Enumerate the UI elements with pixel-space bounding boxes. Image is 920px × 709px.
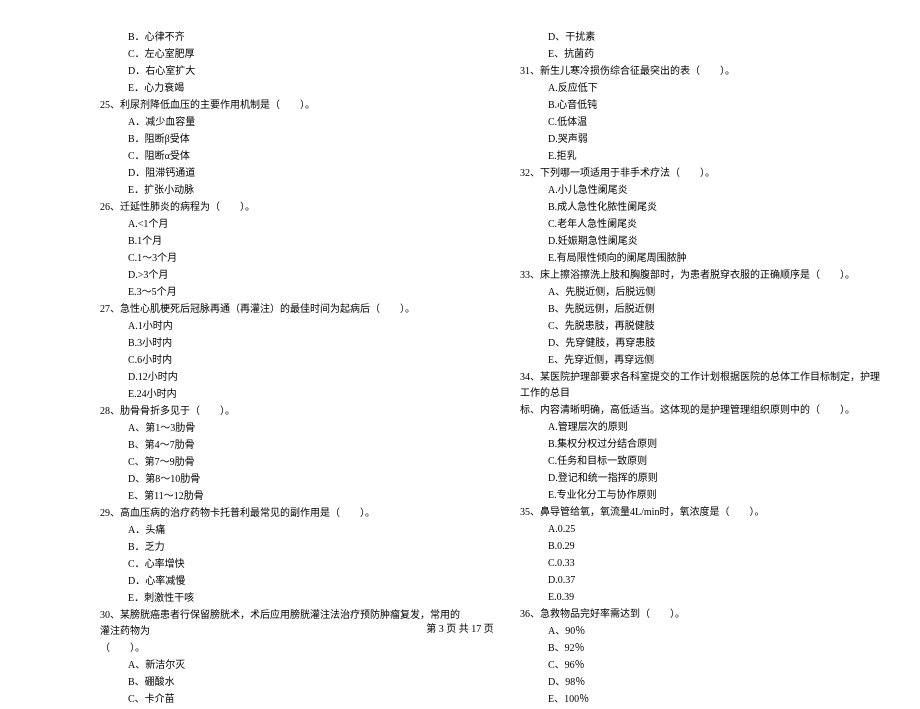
option-text: B.集权分权过分结合原则 [520,437,880,453]
option-text: D．心率减慢 [100,574,460,590]
option-text: D、先穿健肢，再穿患肢 [520,336,880,352]
option-text: B.1个月 [100,234,460,250]
question-33: 33、床上擦浴擦洗上肢和胸腹部时，为患者脱穿衣服的正确顺序是（ ）。 [520,268,880,284]
option-text: B、先脱远侧，后脱近侧 [520,302,880,318]
question-29: 29、高血压病的治疗药物卡托普利最常见的副作用是（ ）。 [100,506,460,522]
option-text: B、硼酸水 [100,675,460,691]
option-text: A.小儿急性阑尾炎 [520,183,880,199]
option-text: B、第4～7肋骨 [100,438,460,454]
question-34-line1: 34、某医院护理部要求各科室提交的工作计划根据医院的总体工作目标制定，护理工作的… [520,370,880,402]
option-text: D.哭声弱 [520,132,880,148]
option-text: A．减少血容量 [100,115,460,131]
option-text: D、98％ [520,675,880,691]
option-text: E．扩张小动脉 [100,183,460,199]
option-text: D．阻滞钙通道 [100,166,460,182]
option-text: E、第11～12肋骨 [100,489,460,505]
question-34-line2: 标、内容清晰明确，高低适当。这体现的是护理管理组织原则中的（ ）。 [520,403,880,419]
option-text: D.12小时内 [100,370,460,386]
option-text: E.24小时内 [100,387,460,403]
option-text: A、新洁尔灭 [100,658,460,674]
option-text: D.登记和统一指挥的原则 [520,471,880,487]
option-text: A.<1个月 [100,217,460,233]
option-text: C.任务和目标一致原则 [520,454,880,470]
option-text: E.专业化分工与协作原则 [520,488,880,504]
option-text: E.有局限性倾向的阑尾周围脓肿 [520,251,880,267]
left-column: B．心律不齐 C．左心室肥厚 D．右心室扩大 E．心力衰竭 25、利尿剂降低血压… [100,30,460,709]
option-text: C、卡介苗 [100,692,460,708]
question-31: 31、新生儿寒冷损伤综合征最突出的表（ ）。 [520,64,880,80]
option-text: A、第1～3肋骨 [100,421,460,437]
page-container: B．心律不齐 C．左心室肥厚 D．右心室扩大 E．心力衰竭 25、利尿剂降低血压… [0,0,920,709]
question-26: 26、迁延性肺炎的病程为（ ）。 [100,200,460,216]
option-text: C.老年人急性阑尾炎 [520,217,880,233]
option-text: A．头痛 [100,523,460,539]
option-text: E.3～5个月 [100,285,460,301]
option-text: C.6小时内 [100,353,460,369]
option-text: C．左心室肥厚 [100,47,460,63]
option-text: E.拒乳 [520,149,880,165]
option-text: D.妊娠期急性阑尾炎 [520,234,880,250]
option-text: C.0.33 [520,556,880,572]
option-text: A.1小时内 [100,319,460,335]
question-27: 27、急性心肌梗死后冠脉再通（再灌注）的最佳时间为起病后（ ）。 [100,302,460,318]
option-text: E、先穿近侧，再穿远侧 [520,353,880,369]
option-text: E．刺激性干咳 [100,591,460,607]
option-text: C.低体温 [520,115,880,131]
option-text: B.心音低钝 [520,98,880,114]
question-32: 32、下列哪一项适用于非手术疗法（ ）。 [520,166,880,182]
option-text: C.1～3个月 [100,251,460,267]
option-text: B．心律不齐 [100,30,460,46]
option-text: C、先脱患肢，再脱健肢 [520,319,880,335]
option-text: B．阻断β受体 [100,132,460,148]
question-28: 28、肋骨骨折多见于（ ）。 [100,404,460,420]
option-text: C．阻断α受体 [100,149,460,165]
option-text: E．心力衰竭 [100,81,460,97]
option-text: E、抗菌药 [520,47,880,63]
option-text: B.3小时内 [100,336,460,352]
option-text: E、100％ [520,692,880,708]
right-column: D、干扰素 E、抗菌药 31、新生儿寒冷损伤综合征最突出的表（ ）。 A.反应低… [520,30,880,709]
option-text: C、96％ [520,658,880,674]
option-text: B.0.29 [520,539,880,555]
option-text: A.反应低下 [520,81,880,97]
option-text: D、干扰素 [520,30,880,46]
option-text: E.0.39 [520,590,880,606]
option-text: A.管理层次的原则 [520,420,880,436]
question-25: 25、利尿剂降低血压的主要作用机制是（ ）。 [100,98,460,114]
option-text: C、第7～9肋骨 [100,455,460,471]
option-text: D、第8～10肋骨 [100,472,460,488]
option-text: B、92％ [520,641,880,657]
option-text: A、先脱近侧，后脱远侧 [520,285,880,301]
question-30-line2: （ ）。 [100,641,460,657]
option-text: D.>3个月 [100,268,460,284]
option-text: D．右心室扩大 [100,64,460,80]
option-text: B.成人急性化脓性阑尾炎 [520,200,880,216]
option-text: B．乏力 [100,540,460,556]
option-text: D.0.37 [520,573,880,589]
question-35: 35、鼻导管给氧，氧流量4L/min时，氧浓度是（ ）。 [520,505,880,521]
option-text: C．心率增快 [100,557,460,573]
page-footer: 第 3 页 共 17 页 [0,620,920,635]
option-text: A.0.25 [520,522,880,538]
